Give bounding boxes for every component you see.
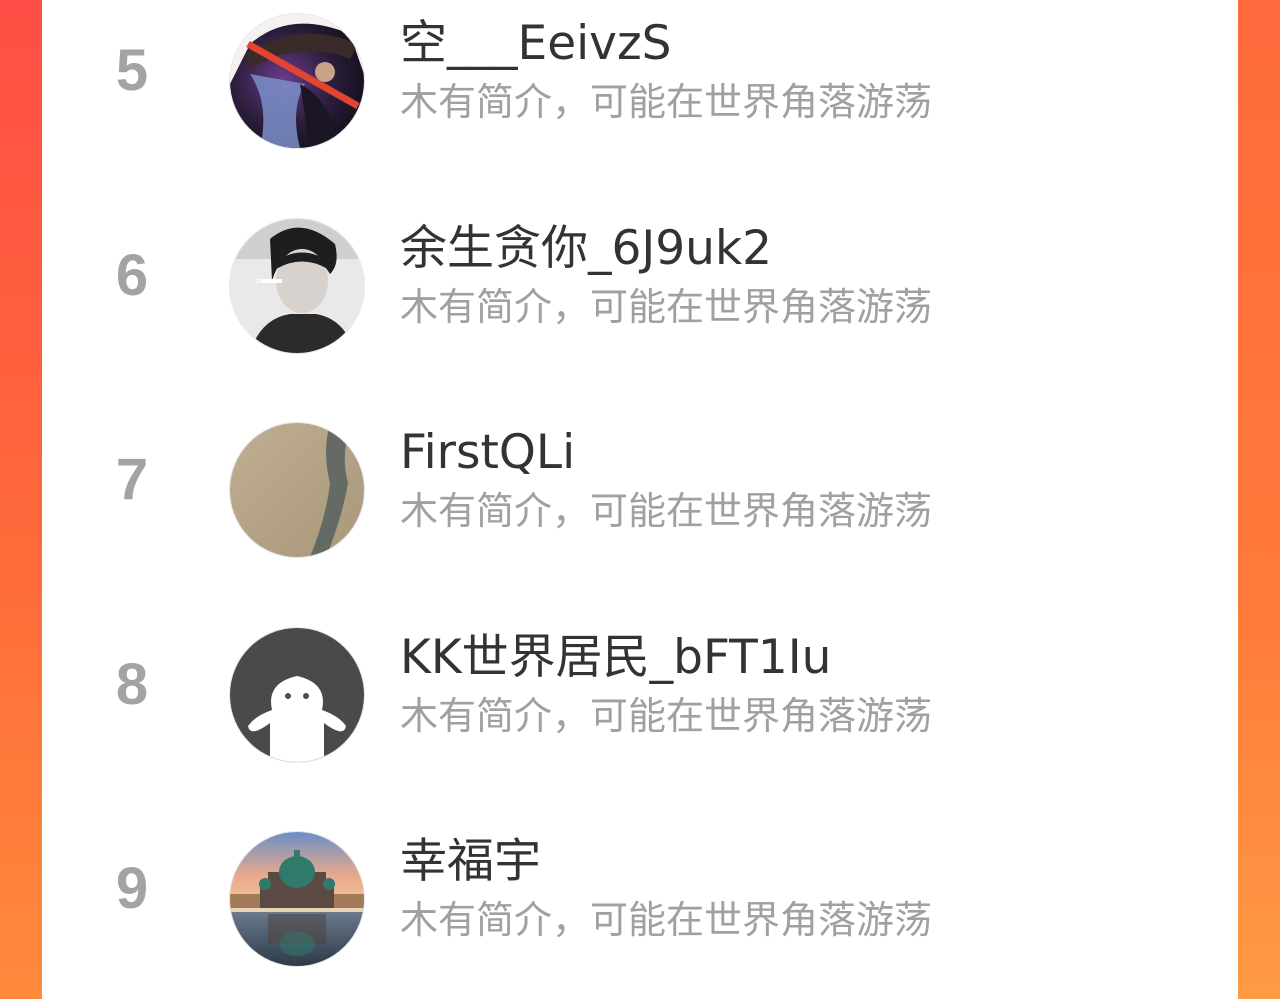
user-name[interactable]: KK世界居民_bFT1Iu (400, 632, 831, 684)
user-avatar[interactable] (230, 219, 364, 353)
user-bio: 木有简介，可能在世界角落游荡 (400, 489, 933, 533)
leaderboard-row[interactable]: 9 幸福宇 木有简介，可能在世界角落游荡 (42, 822, 1238, 972)
rank-number: 6 (115, 243, 149, 308)
rank-number: 9 (115, 856, 149, 921)
cathedral-photo-avatar-icon (230, 832, 364, 966)
user-bio: 木有简介，可能在世界角落游荡 (400, 694, 933, 738)
leaderboard-row[interactable]: 6 余生贪你_6J9uk2 木有简介，可能在世界角落游荡 (42, 209, 1238, 359)
rank-number: 5 (115, 38, 149, 103)
samurai-art-avatar-icon (230, 14, 364, 148)
user-name[interactable]: FirstQLi (400, 427, 575, 479)
leaderboard-list: 5 空___EeivzS 木有简介，可能在世界角落游荡 6 余生贪你_6J9uk… (42, 0, 1238, 999)
user-name[interactable]: 余生贪你_6J9uk2 (400, 223, 772, 275)
rank-number: 7 (115, 447, 149, 512)
user-bio: 木有简介，可能在世界角落游荡 (400, 898, 933, 942)
user-avatar[interactable] (230, 423, 364, 557)
user-bio: 木有简介，可能在世界角落游荡 (400, 285, 933, 329)
user-name[interactable]: 幸福宇 (400, 836, 541, 888)
user-avatar[interactable] (230, 832, 364, 966)
default-ghost-avatar-icon (230, 628, 364, 762)
user-bio: 木有简介，可能在世界角落游荡 (400, 80, 933, 124)
leaderboard-row[interactable]: 8 KK世界居民_bFT1Iu 木有简介，可能在世界角落游荡 (42, 618, 1238, 768)
background-right-edge (1238, 0, 1280, 999)
rank-number: 8 (115, 652, 149, 717)
bw-portrait-avatar-icon (230, 219, 364, 353)
sand-shadow-avatar-icon (230, 423, 364, 557)
leaderboard-row[interactable]: 7 FirstQLi 木有简介，可能在世界角落游荡 (42, 413, 1238, 563)
user-avatar[interactable] (230, 628, 364, 762)
user-name[interactable]: 空___EeivzS (400, 18, 672, 70)
leaderboard-row[interactable]: 5 空___EeivzS 木有简介，可能在世界角落游荡 (42, 4, 1238, 154)
user-avatar[interactable] (230, 14, 364, 148)
